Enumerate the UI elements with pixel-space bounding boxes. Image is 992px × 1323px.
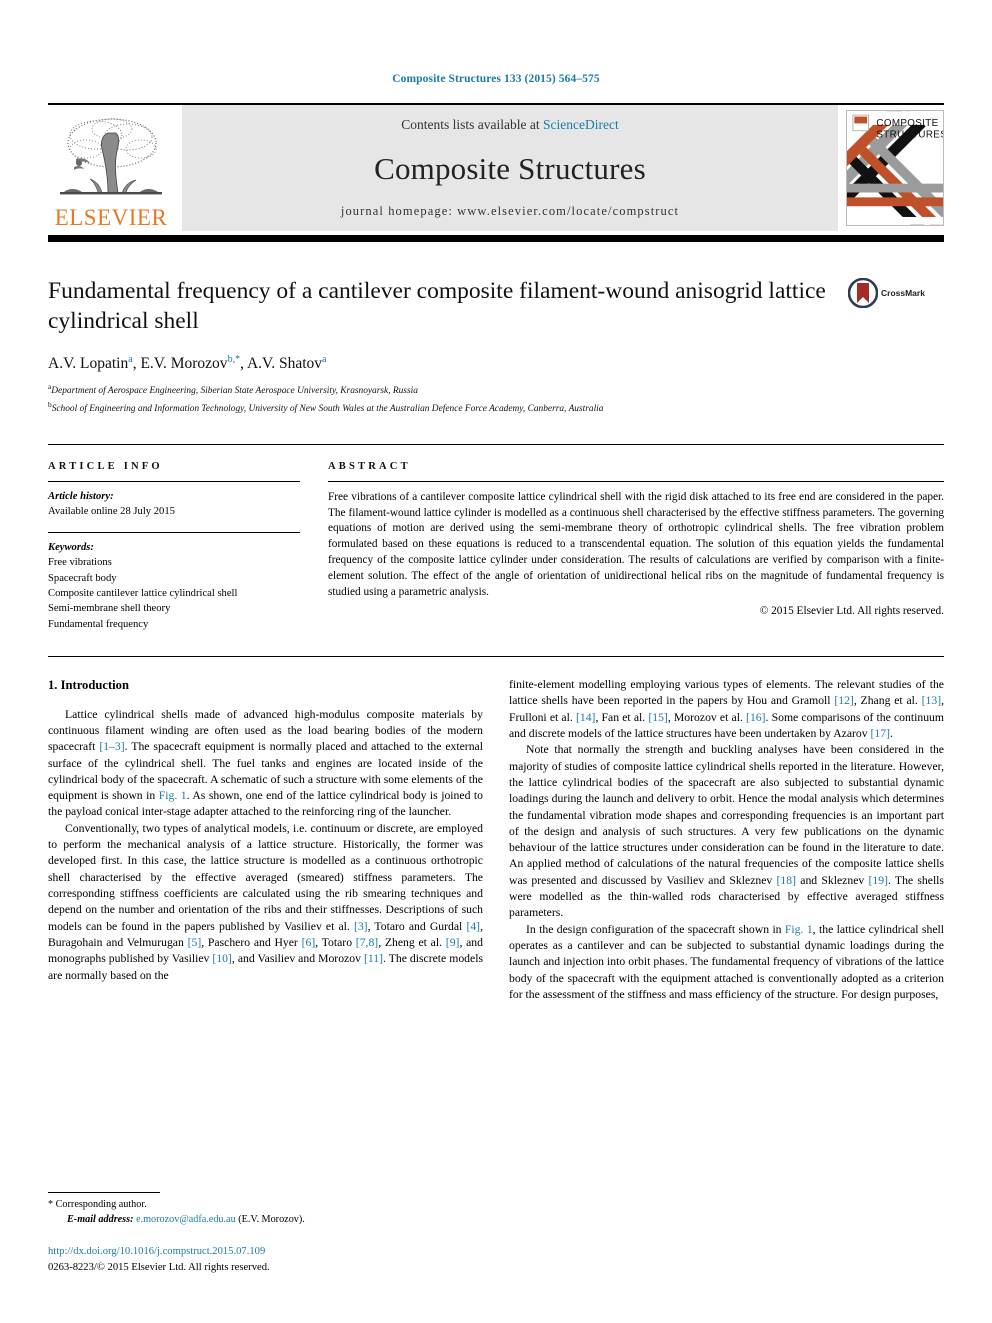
citation-link[interactable]: [5] (188, 936, 202, 949)
citation-link[interactable]: [13] (922, 694, 941, 707)
keywords-block: Keywords: Free vibrations Spacecraft bod… (48, 531, 300, 632)
affiliation-item: aDepartment of Aerospace Engineering, Si… (48, 381, 944, 398)
keyword-item: Semi-membrane shell theory (48, 603, 171, 615)
email-label: E-mail address: (67, 1213, 134, 1225)
citation-link[interactable]: [17] (871, 727, 890, 740)
abstract-copyright: © 2015 Elsevier Ltd. All rights reserved… (759, 605, 944, 618)
elsevier-wordmark: ELSEVIER (54, 205, 168, 230)
citation-link[interactable]: Fig. 1 (785, 923, 813, 936)
paragraph: In the design configuration of the space… (509, 922, 944, 1001)
abstract-column: ABSTRACT Free vibrations of a cantilever… (328, 461, 944, 632)
journal-masthead: ELSEVIER Contents lists available at Sci… (48, 103, 944, 231)
keyword-item: Free vibrations (48, 557, 112, 569)
title-block: Fundamental frequency of a cantilever co… (48, 276, 944, 416)
paragraph: Lattice cylindrical shells made of advan… (48, 707, 483, 819)
corresponding-text: Corresponding author. (55, 1198, 147, 1210)
citation-link[interactable]: [6] (302, 936, 316, 949)
abstract-text: Free vibrations of a cantilever composit… (328, 490, 944, 598)
svg-text:STRUCTURES: STRUCTURES (876, 130, 943, 141)
sciencedirect-link[interactable]: ScienceDirect (543, 117, 619, 132)
paragraph: Note that normally the strength and buck… (509, 743, 944, 920)
citation-link[interactable]: [19] (868, 874, 887, 887)
article-info-heading: ARTICLE INFO (48, 460, 163, 472)
body-column-right: finite-element modelling employing vario… (509, 677, 944, 1147)
citation-link[interactable]: [9] (446, 936, 460, 949)
affiliation-text: School of Engineering and Information Te… (51, 403, 604, 414)
elsevier-tree-icon (56, 113, 166, 205)
body-top-rule (48, 656, 944, 657)
doi-block: http://dx.doi.org/10.1016/j.compstruct.2… (48, 1244, 483, 1275)
page-title: Fundamental frequency of a cantilever co… (48, 278, 826, 335)
body-column-left: 1. Introduction Lattice cylindrical shel… (48, 677, 483, 1147)
author-affil-marker[interactable]: b,* (228, 354, 241, 365)
keyword-item: Composite cantilever lattice cylindrical… (48, 587, 238, 599)
email-link[interactable]: e.morozov@adfa.edu.au (136, 1214, 236, 1225)
doi-link[interactable]: http://dx.doi.org/10.1016/j.compstruct.2… (48, 1244, 483, 1259)
email-owner: (E.V. Morozov). (238, 1213, 305, 1225)
keyword-item: Fundamental frequency (48, 618, 149, 630)
author-name: A.V. Shatov (246, 355, 323, 373)
contents-line: Contents lists available at ScienceDirec… (401, 117, 618, 133)
running-head: Composite Structures 133 (2015) 564–575 (392, 73, 600, 85)
citation-link[interactable]: [3] (354, 920, 368, 933)
crossmark-icon (848, 278, 878, 308)
citation-link[interactable]: [10] (212, 952, 231, 965)
article-history-value: Available online 28 July 2015 (48, 505, 175, 517)
paragraph: Conventionally, two types of analytical … (48, 821, 483, 982)
journal-title: Composite Structures (374, 150, 646, 186)
citation-link[interactable]: [1–3] (99, 740, 124, 753)
author-list: A.V. Lopatina, E.V. Morozovb,*, A.V. Sha… (48, 354, 327, 373)
article-info-column: ARTICLE INFO Article history: Available … (48, 461, 300, 632)
citation-link[interactable]: [12] (834, 694, 853, 707)
author-name: E.V. Morozov (140, 355, 228, 373)
keywords-list: Keywords: Free vibrations Spacecraft bod… (48, 533, 300, 632)
email-note: E-mail address: e.morozov@adfa.edu.au (E… (48, 1213, 483, 1228)
citation-link[interactable]: [14] (576, 711, 595, 724)
author-affil-marker[interactable]: a (128, 354, 132, 365)
author-affil-marker[interactable]: a (322, 354, 326, 365)
citation-link[interactable]: [18] (777, 874, 796, 887)
affiliation-text: Department of Aerospace Engineering, Sib… (51, 386, 418, 397)
crossmark-badge[interactable]: CrossMark (848, 278, 944, 308)
citation-link[interactable]: [11] (364, 952, 383, 965)
info-abstract-region: ARTICLE INFO Article history: Available … (48, 443, 944, 632)
crossmark-label: CrossMark (881, 288, 925, 298)
corresponding-marker: * (48, 1198, 54, 1210)
journal-cover-thumbnail: COMPOSITE STRUCTURES (846, 110, 944, 226)
journal-homepage[interactable]: journal homepage: www.elsevier.com/locat… (341, 204, 679, 219)
citation-link[interactable]: [16] (746, 711, 765, 724)
page-footer: * Corresponding author. E-mail address: … (48, 1191, 483, 1275)
affiliation-list: aDepartment of Aerospace Engineering, Si… (48, 381, 944, 415)
paper-page: Composite Structures 133 (2015) 564–575 (0, 0, 992, 1323)
article-history: Article history: Available online 28 Jul… (48, 482, 300, 519)
article-history-label: Article history: (48, 490, 114, 502)
body-columns: 1. Introduction Lattice cylindrical shel… (48, 677, 944, 1147)
corresponding-author-note: * Corresponding author. (48, 1198, 483, 1213)
keywords-label: Keywords: (48, 541, 94, 553)
issn-copyright: 0263-8223/© 2015 Elsevier Ltd. All right… (48, 1261, 270, 1273)
masthead-bottom-rule (48, 235, 944, 242)
citation-link[interactable]: [4] (466, 920, 480, 933)
footnote-rule (48, 1191, 160, 1193)
svg-text:COMPOSITE: COMPOSITE (876, 118, 938, 129)
author-name: A.V. Lopatin (48, 355, 129, 373)
keyword-item: Spacecraft body (48, 572, 117, 584)
elsevier-logo: ELSEVIER (48, 105, 174, 231)
citation-link[interactable]: [15] (648, 711, 667, 724)
section-heading-introduction: 1. Introduction (48, 678, 129, 692)
paragraph: finite-element modelling employing vario… (509, 678, 944, 740)
contents-prefix: Contents lists available at (401, 117, 543, 132)
affiliation-item: bSchool of Engineering and Information T… (48, 399, 944, 416)
abstract-heading: ABSTRACT (328, 460, 411, 472)
masthead-center: Contents lists available at ScienceDirec… (182, 105, 838, 231)
citation-link[interactable]: Fig. 1 (159, 789, 187, 802)
citation-link[interactable]: [7,8] (356, 936, 378, 949)
